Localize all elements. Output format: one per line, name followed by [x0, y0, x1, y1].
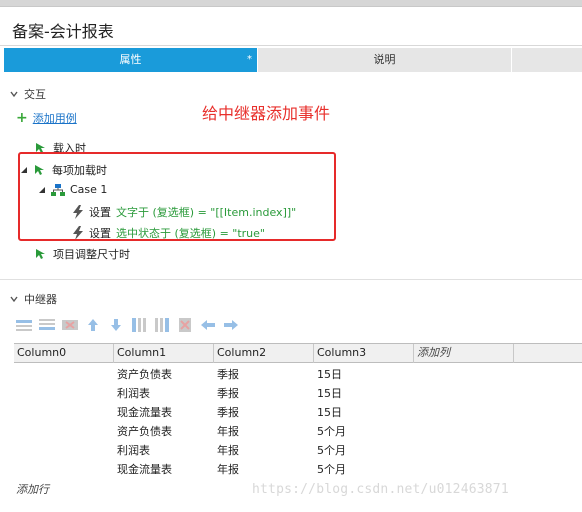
insert-column-right-icon[interactable] — [154, 318, 170, 332]
modified-marker: * — [247, 54, 252, 65]
column-header[interactable]: Column1 — [114, 344, 214, 363]
delete-column-icon[interactable] — [177, 318, 193, 332]
tab-notes[interactable]: 说明 — [257, 48, 511, 72]
table-row: 利润表 季报 15日 — [14, 384, 582, 403]
table-cell[interactable]: 5个月 — [314, 460, 414, 479]
insert-row-above-icon[interactable] — [16, 318, 32, 332]
table-cell[interactable] — [14, 403, 114, 422]
tab-properties-label: 属性 — [119, 53, 142, 66]
interaction-section-label: 交互 — [24, 88, 46, 101]
event-cursor-icon — [36, 248, 45, 259]
table-cell[interactable]: 15日 — [314, 365, 414, 384]
add-use-case[interactable]: + 添加用例 — [16, 110, 77, 126]
move-down-icon[interactable] — [108, 318, 124, 332]
highlight-box — [18, 152, 336, 241]
table-row: 现金流量表 季报 15日 — [14, 403, 582, 422]
panel-tabs: 属性 * 说明 — [4, 48, 582, 72]
chevron-down-icon — [10, 296, 18, 303]
repeater-section-label: 中继器 — [24, 293, 57, 306]
repeater-toolbar — [16, 318, 239, 332]
table-cell[interactable]: 利润表 — [114, 384, 214, 403]
move-right-icon[interactable] — [223, 318, 239, 332]
table-row: 资产负债表 年报 5个月 — [14, 422, 582, 441]
tab-notes-label: 说明 — [373, 53, 396, 66]
add-row-link[interactable]: 添加行 — [16, 481, 49, 497]
top-strip — [0, 0, 582, 7]
repeater-grid-body: 资产负债表 季报 15日 利润表 季报 15日 现金流量表 季报 15日 资产负… — [14, 365, 582, 479]
table-cell[interactable]: 年报 — [214, 441, 314, 460]
page-title: 备案-会计报表 — [12, 22, 114, 41]
chevron-down-icon — [10, 91, 18, 98]
table-cell[interactable]: 季报 — [214, 365, 314, 384]
table-cell[interactable] — [14, 460, 114, 479]
table-row: 利润表 年报 5个月 — [14, 441, 582, 460]
table-cell[interactable]: 15日 — [314, 403, 414, 422]
move-up-icon[interactable] — [85, 318, 101, 332]
add-column-header[interactable]: 添加列 — [414, 344, 514, 363]
table-cell[interactable]: 5个月 — [314, 422, 414, 441]
table-cell[interactable]: 季报 — [214, 384, 314, 403]
plus-icon: + — [16, 110, 28, 126]
event-on-item-resize-label: 项目调整尺寸时 — [53, 248, 130, 261]
tab-empty — [511, 48, 582, 72]
title-bar: 备案-会计报表 — [0, 8, 582, 46]
table-cell[interactable]: 15日 — [314, 384, 414, 403]
section-divider — [0, 279, 582, 280]
column-header[interactable]: Column3 — [314, 344, 414, 363]
table-cell[interactable]: 5个月 — [314, 441, 414, 460]
table-row: 资产负债表 季报 15日 — [14, 365, 582, 384]
add-use-case-link[interactable]: 添加用例 — [33, 110, 77, 126]
watermark: https://blog.csdn.net/u012463871 — [252, 482, 509, 497]
event-on-item-resize[interactable]: 项目调整尺寸时 — [34, 246, 130, 262]
table-row: 现金流量表 年报 5个月 — [14, 460, 582, 479]
column-header-filler — [514, 344, 582, 363]
table-cell[interactable]: 利润表 — [114, 441, 214, 460]
table-cell[interactable]: 季报 — [214, 403, 314, 422]
delete-row-icon[interactable] — [62, 318, 78, 332]
insert-row-below-icon[interactable] — [39, 318, 55, 332]
table-cell[interactable] — [14, 422, 114, 441]
tab-properties[interactable]: 属性 * — [4, 48, 257, 72]
annotation-text: 给中继器添加事件 — [202, 104, 331, 123]
repeater-section-header[interactable]: 中继器 — [10, 291, 57, 307]
table-cell[interactable] — [14, 384, 114, 403]
table-cell[interactable]: 资产负债表 — [114, 422, 214, 441]
repeater-grid-header: Column0 Column1 Column2 Column3 添加列 — [14, 343, 582, 363]
table-cell[interactable]: 年报 — [214, 422, 314, 441]
table-cell[interactable] — [14, 441, 114, 460]
interaction-section-header[interactable]: 交互 — [10, 86, 46, 102]
table-cell[interactable]: 年报 — [214, 460, 314, 479]
table-cell[interactable]: 资产负债表 — [114, 365, 214, 384]
table-cell[interactable] — [14, 365, 114, 384]
column-header[interactable]: Column0 — [14, 344, 114, 363]
column-header[interactable]: Column2 — [214, 344, 314, 363]
table-cell[interactable]: 现金流量表 — [114, 460, 214, 479]
insert-column-left-icon[interactable] — [131, 318, 147, 332]
table-cell[interactable]: 现金流量表 — [114, 403, 214, 422]
move-left-icon[interactable] — [200, 318, 216, 332]
